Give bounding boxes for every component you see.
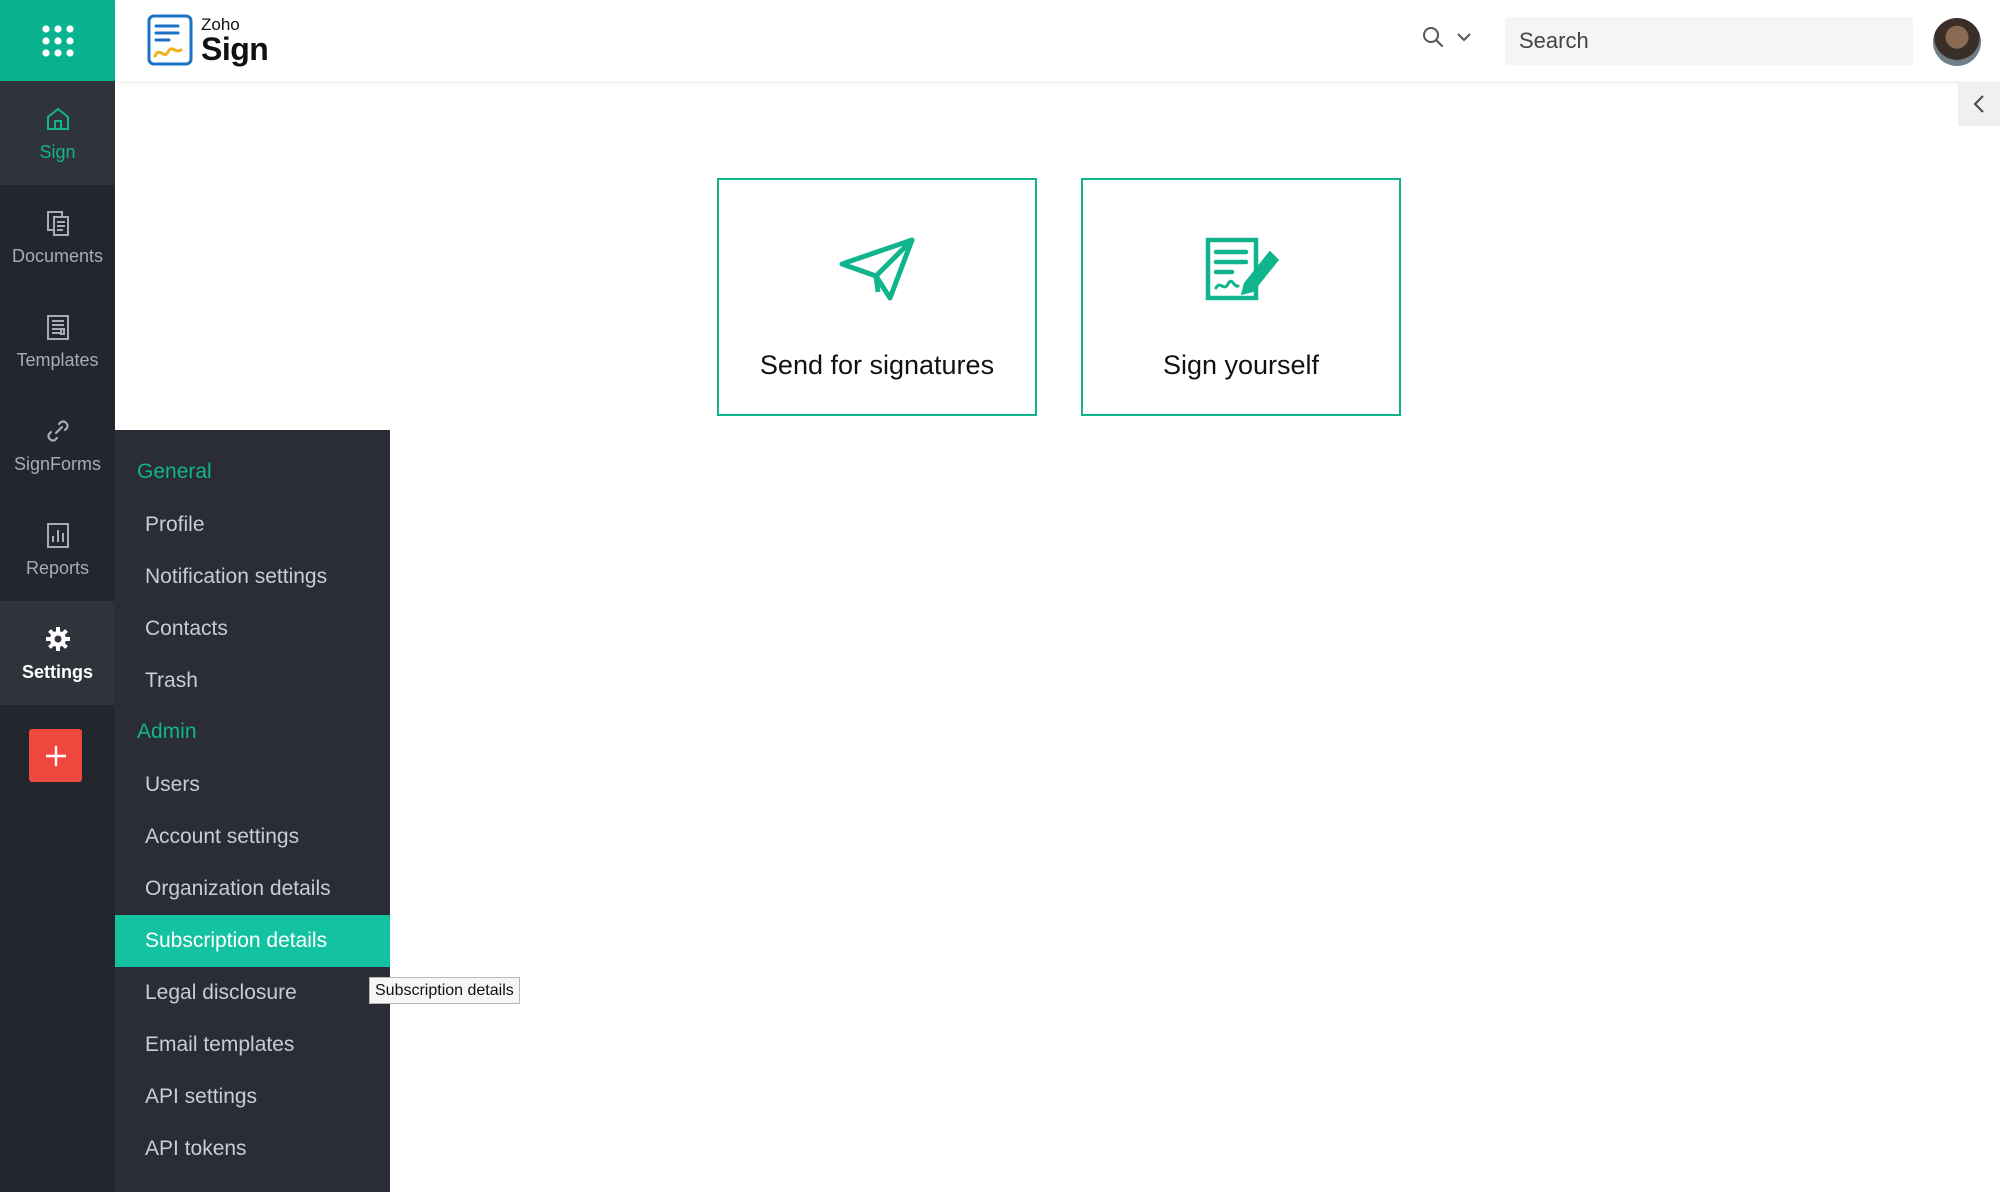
rail-item-reports[interactable]: Reports — [0, 497, 115, 601]
zoho-sign-logo[interactable]: Zoho Sign — [147, 14, 269, 67]
menu-item-account-settings[interactable]: Account settings — [115, 811, 390, 863]
chevron-down-icon — [1457, 33, 1471, 42]
collapse-panel-button[interactable] — [1958, 82, 2000, 126]
grid-icon — [41, 24, 74, 57]
rail-item-label: SignForms — [13, 453, 102, 474]
menu-item-email-templates[interactable]: Email templates — [115, 1019, 390, 1071]
tooltip: Subscription details — [369, 977, 520, 1004]
templates-icon — [46, 314, 69, 340]
logo-brand-text: Zoho — [201, 14, 240, 34]
app-root: Sign Documents Templates SignForms Repor… — [0, 0, 2000, 1192]
rail-item-label: Reports — [25, 557, 90, 578]
card-label: Send for signatures — [759, 350, 995, 380]
rail-item-label: Settings — [21, 661, 93, 682]
menu-item-contacts[interactable]: Contacts — [115, 603, 390, 655]
menu-item-organization-details[interactable]: Organization details — [115, 863, 390, 915]
search-input[interactable] — [1505, 17, 1913, 65]
sign-yourself-card[interactable]: Sign yourself — [1081, 178, 1401, 416]
sign-document-icon — [1205, 237, 1280, 301]
rail-item-signforms[interactable]: SignForms — [0, 393, 115, 497]
plus-icon — [45, 745, 66, 766]
left-rail: Sign Documents Templates SignForms Repor… — [0, 0, 115, 1192]
send-for-signatures-card[interactable]: Send for signatures — [717, 178, 1037, 416]
rail-item-sign[interactable]: Sign — [0, 81, 115, 185]
menu-item-users[interactable]: Users — [115, 759, 390, 811]
menu-item-profile[interactable]: Profile — [115, 499, 390, 551]
reports-icon — [46, 522, 69, 548]
rail-item-label: Documents — [11, 245, 104, 266]
menu-item-api-settings[interactable]: API settings — [115, 1071, 390, 1123]
menu-item-subscription-details[interactable]: Subscription details — [115, 915, 390, 967]
home-icon — [46, 107, 69, 130]
card-label: Sign yourself — [1162, 350, 1320, 380]
avatar[interactable] — [1933, 18, 1981, 66]
search-scope-dropdown[interactable] — [1422, 26, 1472, 48]
rail-item-documents[interactable]: Documents — [0, 185, 115, 289]
paper-plane-icon — [839, 237, 915, 301]
menu-item-notification-settings[interactable]: Notification settings — [115, 551, 390, 603]
create-new-button[interactable] — [29, 729, 82, 782]
rail-item-label: Templates — [16, 349, 99, 370]
rail-item-label: Sign — [39, 141, 76, 162]
settings-menu: General Profile Notification settings Co… — [115, 430, 390, 1192]
rail-item-templates[interactable]: Templates — [0, 289, 115, 393]
rail-item-settings[interactable]: Settings — [0, 601, 115, 705]
gear-icon — [45, 626, 70, 651]
logo-icon — [147, 14, 193, 66]
search-icon — [1423, 27, 1443, 47]
chevron-left-icon — [1973, 95, 1984, 113]
top-header: Zoho Sign — [115, 0, 2000, 81]
documents-icon — [46, 210, 69, 236]
logo-product-text: Sign — [201, 30, 269, 67]
app-launcher-button[interactable] — [0, 0, 115, 81]
menu-heading-general: General — [137, 460, 212, 483]
link-icon — [46, 419, 69, 442]
menu-heading-admin: Admin — [137, 720, 197, 743]
menu-item-legal-disclosure[interactable]: Legal disclosure — [115, 967, 390, 1019]
menu-item-api-tokens[interactable]: API tokens — [115, 1123, 390, 1175]
menu-item-trash[interactable]: Trash — [115, 655, 390, 707]
